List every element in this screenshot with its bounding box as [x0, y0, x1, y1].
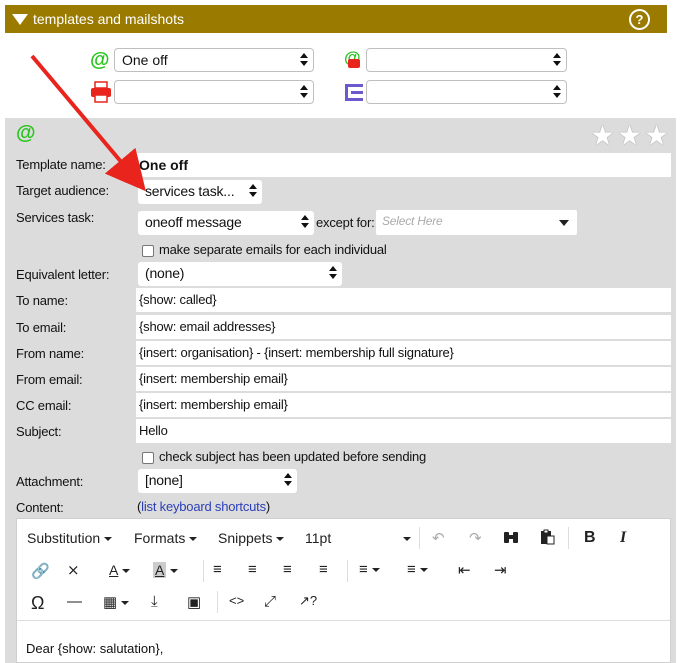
annotation-arrow [30, 54, 146, 192]
